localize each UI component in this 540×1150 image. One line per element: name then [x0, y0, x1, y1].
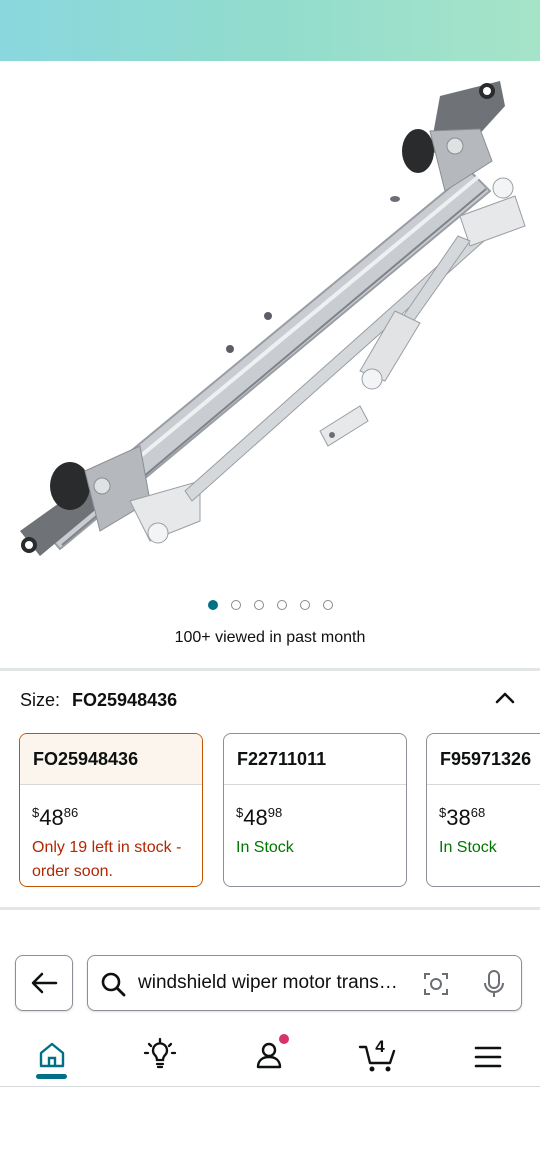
- nav-account[interactable]: [239, 1030, 299, 1086]
- size-option-card[interactable]: F95971326 $3868 In Stock: [426, 733, 540, 887]
- status-gradient-bar: [0, 0, 540, 61]
- account-icon: [256, 1042, 282, 1069]
- back-button[interactable]: [15, 955, 73, 1011]
- size-option-card[interactable]: FO25948436 $4886 Only 19 left in stock -…: [19, 733, 203, 887]
- stock-status: Only 19 left in stock - order soon.: [32, 839, 182, 880]
- carousel-dot[interactable]: [253, 600, 264, 610]
- size-option-price: $3868: [439, 805, 486, 830]
- nav-menu[interactable]: [458, 1030, 518, 1086]
- viewed-count-text: 100+ viewed in past month: [174, 629, 366, 646]
- image-carousel-dots[interactable]: [0, 600, 540, 610]
- notification-dot: [279, 1034, 289, 1044]
- menu-icon: [474, 1046, 502, 1068]
- lightbulb-icon: [143, 1037, 177, 1069]
- microphone-icon[interactable]: [480, 969, 508, 999]
- bottom-navigation: 4: [0, 1030, 540, 1086]
- size-selector-header[interactable]: Size: FO25948436: [20, 687, 520, 713]
- size-option-price: $4886: [32, 805, 79, 830]
- nav-divider: [0, 1086, 540, 1087]
- nav-inspire[interactable]: [130, 1030, 190, 1086]
- size-options-carousel[interactable]: FO25948436 $4886 Only 19 left in stock -…: [19, 733, 540, 889]
- size-option-name: F95971326: [427, 734, 540, 785]
- carousel-dot[interactable]: [299, 600, 310, 610]
- section-divider: [0, 907, 540, 910]
- chevron-up-icon[interactable]: [492, 685, 518, 711]
- carousel-dot[interactable]: [322, 600, 333, 610]
- cart-count-badge: 4: [375, 1037, 385, 1056]
- size-option-name: F22711011: [224, 734, 406, 785]
- search-icon: [101, 972, 126, 997]
- camera-search-icon[interactable]: [422, 970, 450, 998]
- active-tab-indicator: [36, 1074, 67, 1079]
- search-query-text: windshield wiper motor transmission: [138, 972, 410, 993]
- stock-status: In Stock: [236, 839, 294, 856]
- arrow-left-icon: [31, 972, 58, 994]
- size-selected-value: FO25948436: [72, 689, 178, 710]
- size-option-name: FO25948436: [20, 734, 202, 785]
- stock-status: In Stock: [439, 839, 497, 856]
- size-option-price: $4898: [236, 805, 283, 830]
- size-option-card[interactable]: F22711011 $4898 In Stock: [223, 733, 407, 887]
- product-image[interactable]: [0, 61, 540, 581]
- search-input[interactable]: windshield wiper motor transmission: [87, 955, 522, 1011]
- home-icon: [39, 1042, 65, 1068]
- carousel-dot[interactable]: [207, 600, 218, 610]
- carousel-dot[interactable]: [230, 600, 241, 610]
- section-divider: [0, 668, 540, 671]
- size-label: Size:: [20, 689, 61, 710]
- carousel-dot[interactable]: [276, 600, 287, 610]
